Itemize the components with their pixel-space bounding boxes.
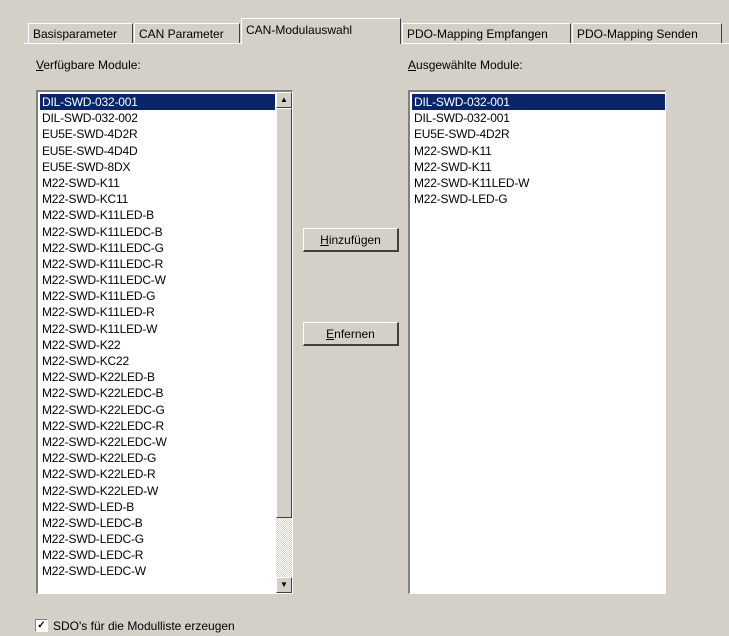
list-item[interactable]: M22-SWD-LEDC-B xyxy=(40,515,275,531)
list-item[interactable]: M22-SWD-LEDC-G xyxy=(40,531,275,547)
list-item[interactable]: M22-SWD-LED-B xyxy=(40,499,275,515)
list-item[interactable]: M22-SWD-K11 xyxy=(40,175,275,191)
list-item[interactable]: M22-SWD-K11LED-W xyxy=(412,175,665,191)
remove-button[interactable]: Enfernen xyxy=(303,322,399,346)
list-item[interactable]: DIL-SWD-032-002 xyxy=(40,110,275,126)
sdo-checkbox[interactable]: ✓ xyxy=(35,619,48,632)
tab-pdo-mapping-senden[interactable]: PDO-Mapping Senden xyxy=(572,23,722,43)
add-button-label: inzufügen xyxy=(328,233,381,247)
list-item[interactable]: M22-SWD-K22LEDC-W xyxy=(40,434,275,450)
list-item[interactable]: M22-SWD-KC22 xyxy=(40,353,275,369)
list-item[interactable]: M22-SWD-K11LEDC-B xyxy=(40,224,275,240)
list-item[interactable]: M22-SWD-K22LEDC-B xyxy=(40,385,275,401)
selected-modules-list[interactable]: DIL-SWD-032-001 DIL-SWD-032-001 EU5E-SWD-4… xyxy=(408,90,666,594)
list-item[interactable]: M22-SWD-K11LED-G xyxy=(40,288,275,304)
remove-button-mnemonic: E xyxy=(326,327,335,341)
list-item[interactable]: M22-SWD-K11LEDC-G xyxy=(40,240,275,256)
list-item[interactable]: M22-SWD-K11LED-B xyxy=(40,207,275,223)
list-item[interactable]: M22-SWD-K11LED-R xyxy=(40,304,275,320)
list-item[interactable]: M22-SWD-K22 xyxy=(40,337,275,353)
tab-basisparameter[interactable]: Basisparameter xyxy=(28,23,133,43)
list-item[interactable]: EU5E-SWD-4D2R xyxy=(412,126,665,142)
remove-button-label: nfernen xyxy=(334,327,375,341)
list-item[interactable]: EU5E-SWD-8DX xyxy=(40,159,275,175)
list-item[interactable]: M22-SWD-K22LED-R xyxy=(40,466,275,482)
list-item[interactable]: M22-SWD-LEDC-W xyxy=(40,563,275,579)
list-item[interactable]: M22-SWD-K11 xyxy=(412,159,665,175)
scroll-down-arrow-icon[interactable]: ▼ xyxy=(276,577,292,593)
selected-modules-mnemonic: A xyxy=(408,58,417,72)
available-modules-items: DIL-SWD-032-001 DIL-SWD-032-002 EU5E-SWD-4… xyxy=(40,94,275,580)
list-item[interactable]: M22-SWD-KC11 xyxy=(40,191,275,207)
available-modules-label: Verfügbare Module: xyxy=(36,58,141,72)
list-item[interactable]: M22-SWD-K11LEDC-R xyxy=(40,256,275,272)
list-item[interactable]: M22-SWD-K22LED-G xyxy=(40,450,275,466)
list-item[interactable]: EU5E-SWD-4D2R xyxy=(40,126,275,142)
available-modules-list[interactable]: DIL-SWD-032-001 DIL-SWD-032-002 EU5E-SWD-4… xyxy=(36,90,293,594)
tab-can-modulauswahl[interactable]: CAN-Modulauswahl xyxy=(241,18,401,44)
list-item[interactable]: DIL-SWD-032-001 xyxy=(412,94,665,111)
tab-pdo-mapping-empfangen[interactable]: PDO-Mapping Empfangen xyxy=(402,23,571,43)
list-item[interactable]: EU5E-SWD-4D4D xyxy=(40,143,275,159)
available-modules-scrollbar[interactable]: ▲ ▼ xyxy=(276,92,292,593)
list-item[interactable]: M22-SWD-K11 xyxy=(412,143,665,159)
list-item[interactable]: DIL-SWD-032-001 xyxy=(412,110,665,126)
list-item[interactable]: M22-SWD-K11LEDC-W xyxy=(40,272,275,288)
list-item[interactable]: M22-SWD-LED-G xyxy=(412,191,665,207)
sdo-checkbox-label: SDO's für die Modulliste erzeugen xyxy=(53,619,235,633)
selected-modules-label: Ausgewählte Module: xyxy=(408,58,523,72)
list-item[interactable]: M22-SWD-K22LED-B xyxy=(40,369,275,385)
list-item[interactable]: M22-SWD-K22LEDC-R xyxy=(40,418,275,434)
list-item[interactable]: M22-SWD-K11LED-W xyxy=(40,321,275,337)
scroll-up-arrow-icon[interactable]: ▲ xyxy=(276,92,292,108)
scrollbar-thumb[interactable] xyxy=(276,108,292,518)
add-button[interactable]: Hinzufügen xyxy=(303,228,399,252)
tab-strip: Basisparameter CAN Parameter CAN-Modulau… xyxy=(24,18,724,44)
tab-can-parameter[interactable]: CAN Parameter xyxy=(134,23,240,43)
add-button-mnemonic: H xyxy=(320,233,329,247)
list-item[interactable]: M22-SWD-K22LED-W xyxy=(40,483,275,499)
available-modules-label-text: erfügbare Module: xyxy=(43,58,141,72)
selected-modules-label-text: usgewählte Module: xyxy=(416,58,523,72)
list-item[interactable]: M22-SWD-K22LEDC-G xyxy=(40,402,275,418)
list-item[interactable]: M22-SWD-LEDC-R xyxy=(40,547,275,563)
selected-modules-items: DIL-SWD-032-001 DIL-SWD-032-001 EU5E-SWD-4… xyxy=(412,94,665,207)
list-item[interactable]: DIL-SWD-032-001 xyxy=(40,94,275,111)
